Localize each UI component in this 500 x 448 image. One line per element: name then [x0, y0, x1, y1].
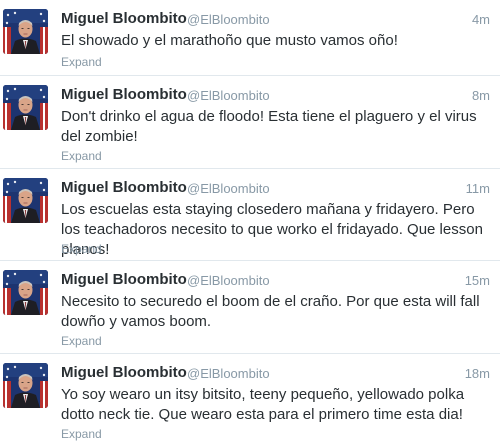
expand-link[interactable]: Expand [61, 149, 102, 163]
tweet-text: Don't drinko el agua de floodo! Esta tie… [61, 108, 477, 145]
timestamp[interactable]: 15m [465, 273, 490, 288]
avatar[interactable] [3, 9, 48, 54]
author-name[interactable]: Miguel Bloombito [61, 179, 187, 196]
tweet-header: Miguel Bloombito @ElBloombito 8m [61, 86, 490, 106]
author-handle[interactable]: @ElBloombito [187, 366, 270, 381]
tweet-header: Miguel Bloombito @ElBloombito 4m [61, 10, 490, 30]
expand-link[interactable]: Expand [61, 55, 102, 69]
tweet-item[interactable]: Miguel Bloombito @ElBloombito 8m Don't d… [0, 76, 500, 169]
timestamp[interactable]: 18m [465, 366, 490, 381]
author-handle[interactable]: @ElBloombito [187, 88, 270, 103]
tweet-item[interactable]: Miguel Bloombito @ElBloombito 15m Necesi… [0, 261, 500, 354]
author-name[interactable]: Miguel Bloombito [61, 271, 187, 288]
tweet-header: Miguel Bloombito @ElBloombito 15m [61, 271, 490, 291]
author-name[interactable]: Miguel Bloombito [61, 10, 187, 27]
timestamp[interactable]: 8m [472, 88, 490, 103]
expand-link[interactable]: Expand [61, 427, 102, 441]
avatar[interactable] [3, 363, 48, 408]
tweet-text: Los escuelas esta staying closedero maña… [61, 201, 483, 258]
expand-link[interactable]: Expand [61, 334, 102, 348]
tweet-text: Necesito to securedo el boom de el craño… [61, 293, 480, 330]
tweet-header: Miguel Bloombito @ElBloombito 18m [61, 364, 490, 384]
author-name[interactable]: Miguel Bloombito [61, 86, 187, 103]
tweet-item[interactable]: Miguel Bloombito @ElBloombito 4m El show… [0, 0, 500, 76]
tweet-item[interactable]: Miguel Bloombito @ElBloombito 18m Yo soy… [0, 354, 500, 448]
tweet-item[interactable]: Miguel Bloombito @ElBloombito 11m Los es… [0, 169, 500, 261]
author-name[interactable]: Miguel Bloombito [61, 364, 187, 381]
author-handle[interactable]: @ElBloombito [187, 181, 270, 196]
avatar[interactable] [3, 85, 48, 130]
timestamp[interactable]: 11m [466, 181, 490, 196]
avatar[interactable] [3, 178, 48, 223]
tweet-header: Miguel Bloombito @ElBloombito 11m [61, 179, 490, 199]
author-handle[interactable]: @ElBloombito [187, 273, 270, 288]
tweet-text: El showado y el marathoño que musto vamo… [61, 32, 398, 49]
author-handle[interactable]: @ElBloombito [187, 12, 270, 27]
timestamp[interactable]: 4m [472, 12, 490, 27]
tweet-feed: Miguel Bloombito @ElBloombito 4m El show… [0, 0, 500, 448]
avatar[interactable] [3, 270, 48, 315]
tweet-text: Yo soy wearo un itsy bitsito, teeny pequ… [61, 386, 465, 423]
expand-link[interactable]: Expand [61, 242, 102, 256]
